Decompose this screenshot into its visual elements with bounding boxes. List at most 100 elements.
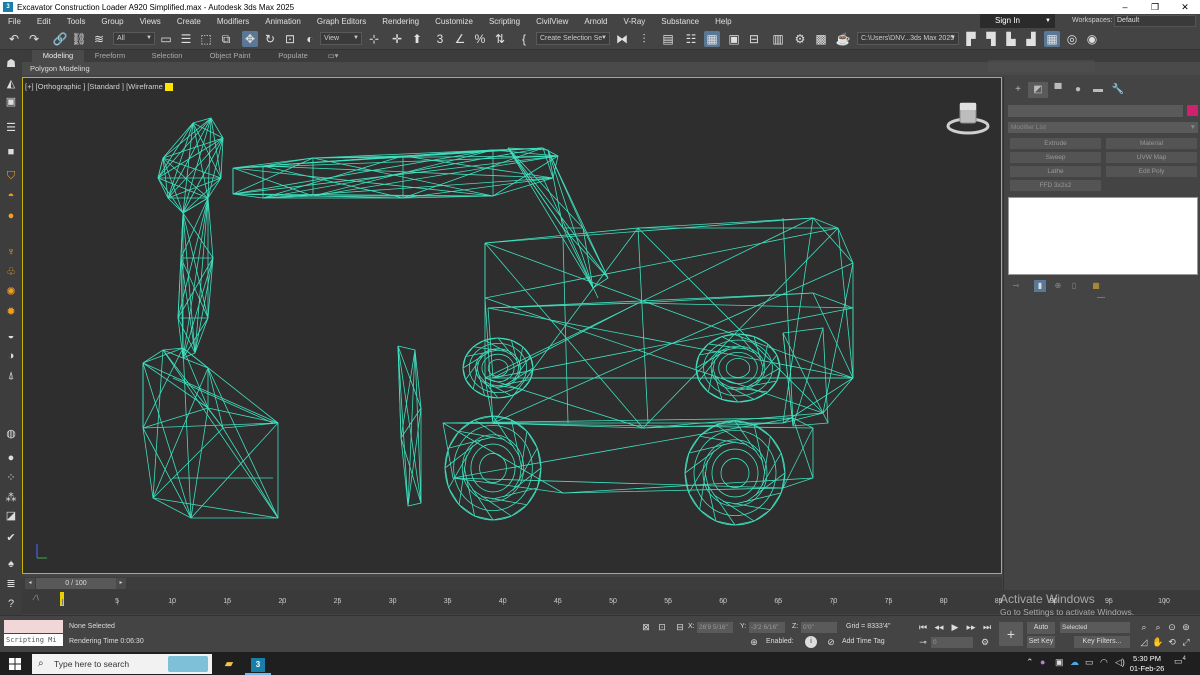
sphere-icon[interactable]: ●: [3, 450, 19, 466]
lock-selection-icon[interactable]: ⊡: [656, 621, 668, 633]
redo-icon[interactable]: ↷: [26, 31, 42, 47]
previous-frame-icon[interactable]: ◂◂: [933, 621, 945, 633]
pan-icon[interactable]: ✋: [1152, 636, 1164, 648]
viewport-marker[interactable]: [165, 83, 173, 91]
window-crossing-icon[interactable]: ⧉: [218, 31, 234, 47]
next-frame-icon[interactable]: ▸: [116, 578, 126, 589]
ffd-button[interactable]: FFD 3x2x2: [1010, 180, 1101, 191]
link-icon[interactable]: 🔗: [52, 31, 68, 47]
minimize-button[interactable]: –: [1110, 0, 1140, 14]
zoom-extents-all-icon[interactable]: ⊚: [1180, 621, 1192, 633]
auto-key-button[interactable]: Auto Key: [1027, 622, 1055, 643]
sun-icon[interactable]: ✺: [3, 284, 19, 300]
pin-stack-icon[interactable]: ⊸: [1010, 280, 1022, 292]
keyboard-shortcut-icon[interactable]: ⬆: [409, 31, 425, 47]
edit-named-selection-icon[interactable]: {: [516, 31, 532, 47]
select-manipulate-icon[interactable]: ✛: [389, 31, 405, 47]
configure-sets-icon[interactable]: ▦: [1090, 280, 1102, 292]
rendered-frame-icon[interactable]: ▩: [813, 31, 829, 47]
material-ball-icon[interactable]: ◒: [3, 328, 19, 344]
help-icon[interactable]: ?: [3, 596, 19, 612]
menu-civilview[interactable]: CivilView: [528, 17, 576, 26]
orbit-icon[interactable]: ⟲: [1166, 636, 1178, 648]
onedrive-icon[interactable]: ☁: [1070, 657, 1079, 668]
file-explorer-icon[interactable]: ▰: [216, 654, 242, 675]
set-key-button[interactable]: Set Key: [1027, 636, 1055, 648]
maxscript-mini-listener[interactable]: Scripting Mi: [4, 634, 63, 646]
menu-edit[interactable]: Edit: [29, 17, 59, 26]
cloth-icon[interactable]: ◪: [3, 508, 19, 524]
next-frame-button-icon[interactable]: ▸▸: [965, 621, 977, 633]
omni-light-icon[interactable]: ♧: [3, 264, 19, 280]
bind-spacewarp-icon[interactable]: ≋: [91, 31, 107, 47]
menu-tools[interactable]: Tools: [59, 17, 94, 26]
modifier-list-select[interactable]: Modifier List ▼: [1008, 122, 1198, 133]
render-setup-icon[interactable]: ⚙: [792, 31, 808, 47]
lamp-icon[interactable]: ⛉: [3, 168, 19, 184]
taskbar-clock[interactable]: 5:30 PM 01-Feb-26: [1128, 654, 1166, 674]
spotlight-icon[interactable]: ♆: [3, 244, 19, 260]
trackbar-filter-icon[interactable]: ⁄∖: [34, 594, 40, 602]
scene-explorer-icon[interactable]: ☷: [683, 31, 699, 47]
ribbon-tab-modeling[interactable]: Modeling: [32, 50, 84, 62]
remove-modifier-icon[interactable]: ▯: [1068, 280, 1080, 292]
scale-icon[interactable]: ⊡: [282, 31, 298, 47]
taskbar-search-input[interactable]: ⌕ Type here to search: [32, 654, 212, 674]
menu-file[interactable]: File: [0, 17, 29, 26]
pivot-icon[interactable]: ⊹: [366, 31, 382, 47]
viewport-orthographic[interactable]: [+] [Orthographic ] [Standard ] [Wirefra…: [22, 77, 1002, 574]
tray-security-icon[interactable]: ▣: [1055, 657, 1064, 668]
show-end-result-icon[interactable]: ▮: [1034, 280, 1046, 292]
particles-icon[interactable]: ⁘: [3, 470, 19, 486]
menu-create[interactable]: Create: [169, 17, 209, 26]
utilities-tab-icon[interactable]: 🔧: [1108, 82, 1128, 98]
save-file-icon[interactable]: ▜: [983, 31, 999, 47]
viewport-layout-icon[interactable]: ▦: [1044, 31, 1060, 47]
ribbon-tab-object-paint[interactable]: Object Paint: [202, 50, 258, 62]
menu-group[interactable]: Group: [93, 17, 131, 26]
viewport-label[interactable]: [+] [Orthographic ] [Standard ] [Wirefra…: [25, 82, 167, 91]
go-to-start-icon[interactable]: ⏮: [917, 621, 929, 633]
current-frame-field[interactable]: 0: [931, 637, 973, 648]
angle-snap-icon[interactable]: ∠: [452, 31, 468, 47]
make-unique-icon[interactable]: ⊕: [1052, 280, 1064, 292]
modify-tab-icon[interactable]: ◩: [1028, 82, 1048, 98]
key-selection-select[interactable]: Selected: [1060, 622, 1130, 633]
key-mode-icon[interactable]: ⊸: [917, 636, 929, 648]
dome-light-icon[interactable]: ◓: [3, 188, 19, 204]
x-coord-field[interactable]: 26'9 5/16": [697, 622, 733, 633]
curve-editor-icon[interactable]: ▣: [726, 31, 742, 47]
viewcube-icon[interactable]: [945, 98, 991, 142]
placement-icon[interactable]: ◐: [302, 31, 318, 47]
render-icon[interactable]: ☕: [835, 31, 851, 47]
named-selection-input[interactable]: Create Selection Se ▼: [536, 32, 610, 45]
percent-snap-icon[interactable]: %: [472, 31, 488, 47]
menu-modifiers[interactable]: Modifiers: [209, 17, 257, 26]
absolute-mode-icon[interactable]: ⊟: [674, 621, 686, 633]
notifications-icon[interactable]: ▭4: [1174, 656, 1186, 667]
ribbon-options-icon[interactable]: ▭▾: [324, 50, 342, 62]
foliage-icon[interactable]: ♠: [3, 556, 19, 572]
import-icon[interactable]: ▙: [1003, 31, 1019, 47]
menu-graph-editors[interactable]: Graph Editors: [309, 17, 374, 26]
shapes-icon[interactable]: ◭: [3, 76, 19, 92]
arnold-icon[interactable]: ◉: [1084, 31, 1100, 47]
wifi-icon[interactable]: ◠: [1100, 657, 1108, 668]
go-to-end-icon[interactable]: ⏭: [981, 621, 993, 633]
key-filters-button[interactable]: Key Filters...: [1074, 636, 1130, 648]
mirror-icon[interactable]: ⧓: [614, 31, 630, 47]
display-tab-icon[interactable]: ▬: [1088, 82, 1108, 98]
particle-flow-icon[interactable]: ⁂: [3, 490, 19, 506]
maxscript-listener-box[interactable]: [4, 620, 63, 633]
skylight-icon[interactable]: ✹: [3, 304, 19, 320]
menu-views[interactable]: Views: [132, 17, 169, 26]
object-color-swatch[interactable]: [1187, 105, 1198, 116]
open-file-icon[interactable]: ▛: [963, 31, 979, 47]
enabled-toggle-icon[interactable]: i: [805, 636, 817, 648]
ribbon-tab-populate[interactable]: Populate: [272, 50, 314, 62]
modifier-stack-icon[interactable]: ◍: [3, 426, 19, 442]
restore-button[interactable]: ❐: [1140, 0, 1170, 14]
close-button[interactable]: ✕: [1170, 0, 1200, 14]
project-path-select[interactable]: C:\Users\DNV...3ds Max 2025 ▼: [857, 32, 959, 45]
edit-poly-button[interactable]: Edit Poly: [1106, 166, 1197, 177]
